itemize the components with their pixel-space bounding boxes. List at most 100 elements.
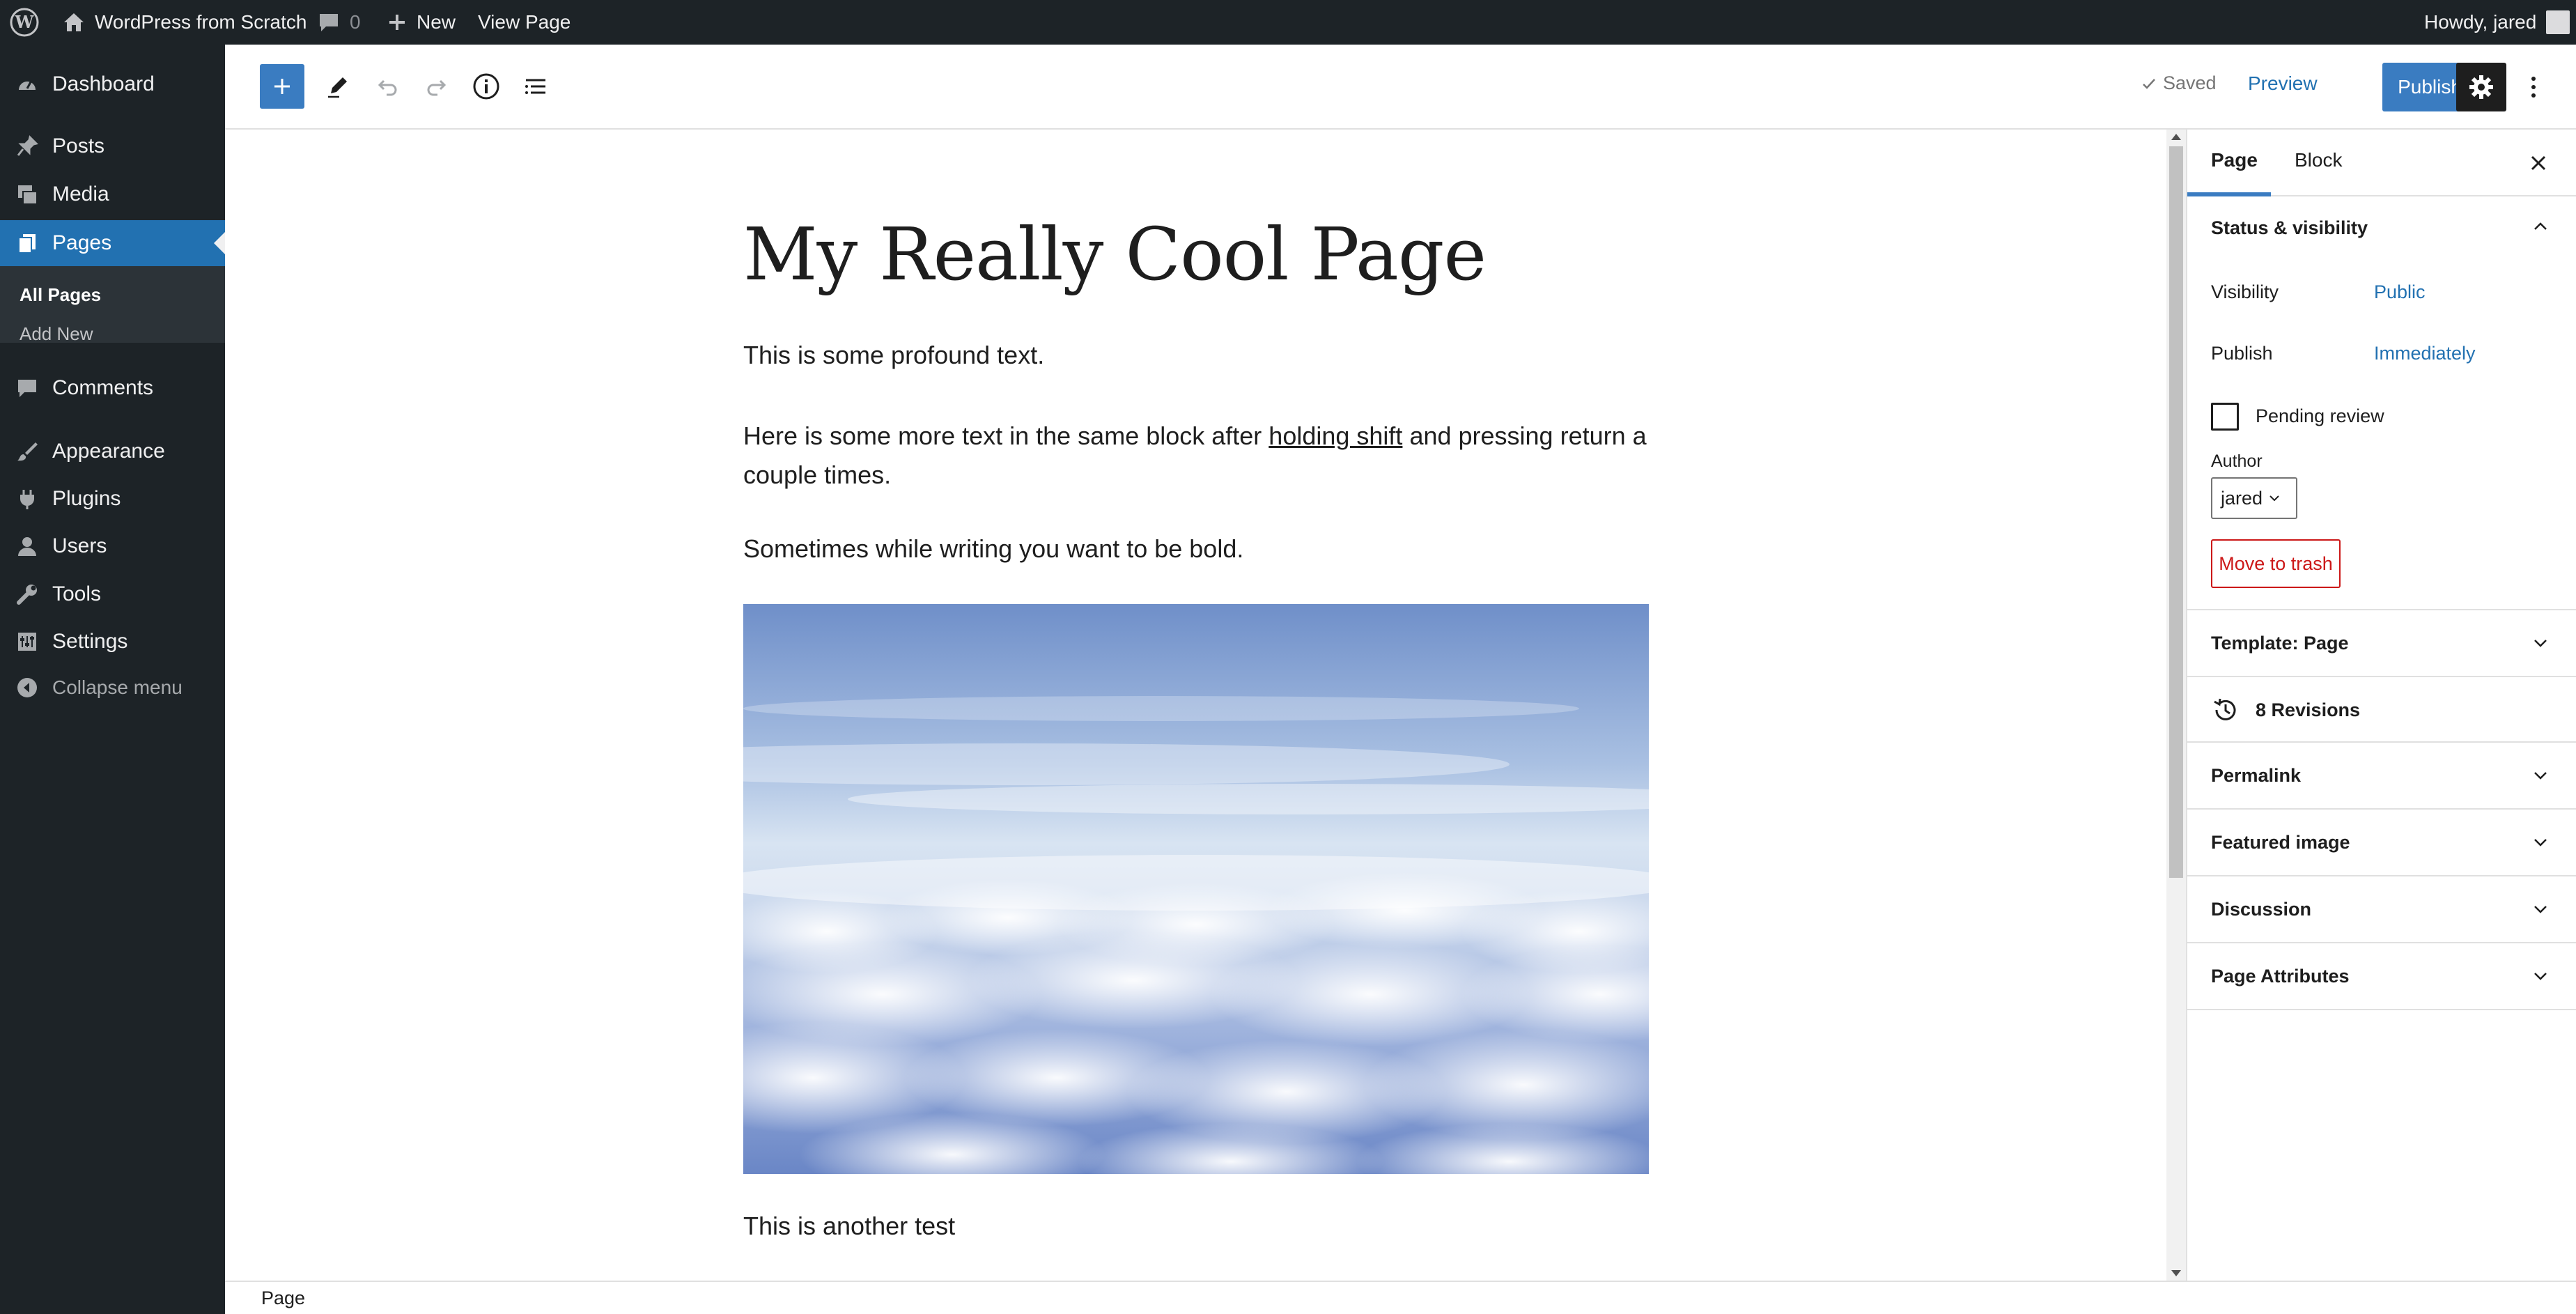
page-title[interactable]: My Really Cool Page [743,212,1487,297]
howdy-label: Howdy, jared [2424,11,2537,33]
new-content-link[interactable]: New [387,0,456,45]
menu-item-posts[interactable]: Posts [0,123,225,169]
menu-label-comments: Comments [52,376,154,399]
view-page-label: View Page [478,11,571,33]
list-view-icon [525,79,545,94]
panel-title-featured-image[interactable]: Featured image [2211,832,2350,853]
admin-menu: Dashboard Posts Media Pages All Pages Ad… [0,45,225,1314]
menu-item-users[interactable]: Users [0,523,225,569]
chevron-down-icon[interactable] [2530,899,2551,920]
list-view-button[interactable] [513,64,558,109]
menu-item-media[interactable]: Media [0,171,225,217]
breadcrumb[interactable]: Page [261,1288,305,1309]
submenu-all-pages[interactable]: All Pages [20,284,101,306]
editor-scrollbar[interactable] [2166,130,2186,1281]
home-icon [63,12,85,33]
scroll-up-arrow[interactable] [2171,134,2181,140]
redo-icon [427,79,447,96]
scrollbar-thumb[interactable] [2169,146,2183,878]
chevron-up-icon[interactable] [2530,216,2551,237]
comment-icon [318,12,340,33]
app-root: W WordPress from Scratch 0 New View Page… [0,0,2576,1314]
check-icon [2143,78,2155,89]
site-name-link[interactable]: WordPress from Scratch [63,0,307,45]
pin-icon [15,134,39,158]
menu-item-tools[interactable]: Tools [0,571,225,617]
pages-submenu: All Pages Add New [0,266,225,345]
menu-label-pages: Pages [52,231,112,254]
chevron-down-icon[interactable] [2530,832,2551,853]
options-button[interactable] [2520,63,2547,111]
panel-divider [2187,875,2576,876]
visibility-label: Visibility [2211,281,2279,302]
visibility-toggle[interactable]: Public [2374,281,2426,303]
chevron-down-icon[interactable] [2530,633,2551,654]
settings-toggle-button[interactable] [2456,63,2506,111]
paragraph-block[interactable]: This is some profound text. [743,336,1649,375]
author-value: jared [2221,487,2263,509]
comments-link[interactable]: 0 [318,0,361,45]
move-to-trash-button[interactable]: Move to trash [2211,539,2341,588]
block-breadcrumb-bar: Page [225,1281,2576,1314]
menu-label-appearance: Appearance [52,440,165,463]
preview-button[interactable]: Preview [2248,72,2318,95]
tools-button[interactable] [316,64,360,109]
settings-toggle-bg [2456,63,2506,111]
redo-button[interactable] [414,64,459,109]
panel-divider [2187,942,2576,943]
pages-icon [15,231,39,255]
submenu-add-new[interactable]: Add New [20,323,93,345]
view-page-link[interactable]: View Page [478,0,571,45]
panel-title-status[interactable]: Status & visibility [2211,217,2368,239]
underlined-text: holding shift [1268,422,1403,450]
menu-item-plugins[interactable]: Plugins [0,476,225,522]
tab-block[interactable]: Block [2295,149,2342,171]
scroll-down-arrow[interactable] [2171,1270,2181,1276]
plugin-icon [15,487,39,511]
menu-item-pages[interactable]: Pages [0,220,225,266]
menu-item-dashboard[interactable]: Dashboard [0,61,225,107]
menu-label-tools: Tools [52,582,102,605]
settings-icon [15,630,39,654]
pending-review-checkbox[interactable] [2211,403,2239,431]
menu-item-appearance[interactable]: Appearance [0,428,225,474]
block-inserter-button[interactable] [260,64,304,109]
image-block-clouds[interactable] [743,604,1649,1174]
close-sidebar-button[interactable] [2524,149,2552,177]
revisions-link[interactable]: 8 Revisions [2256,699,2360,721]
panel-title-permalink[interactable]: Permalink [2211,765,2301,787]
pencil-icon [328,77,347,98]
site-name-label: WordPress from Scratch [95,11,307,33]
chevron-down-icon[interactable] [2530,765,2551,786]
menu-item-comments[interactable]: Comments [0,365,225,411]
menu-label-dashboard: Dashboard [52,72,155,95]
author-select[interactable]: jared [2211,477,2297,519]
more-vertical-icon [2531,77,2536,98]
chevron-down-icon[interactable] [2530,966,2551,987]
sidebar-tabs: Page Block [2187,130,2576,196]
tab-page[interactable]: Page [2211,149,2258,171]
settings-sidebar: Page Block Status & visibility Visibilit… [2186,130,2576,1281]
panel-title-discussion[interactable]: Discussion [2211,899,2311,920]
wrench-icon [15,582,39,606]
collapse-menu-button[interactable]: Collapse menu [0,665,225,711]
menu-item-settings[interactable]: Settings [0,619,225,665]
menu-label-settings: Settings [52,630,128,653]
wordpress-logo-icon[interactable]: W [10,0,39,45]
paragraph-block[interactable]: Sometimes while writing you want to be b… [743,530,1649,569]
panel-title-page-attributes[interactable]: Page Attributes [2211,966,2350,987]
account-menu[interactable]: Howdy, jared [2424,0,2570,45]
panel-divider [2187,741,2576,743]
comments-count: 0 [350,11,361,33]
collapse-icon [15,676,39,699]
paragraph-block[interactable]: This is another test [743,1207,1649,1246]
panel-title-template[interactable]: Template: Page [2211,633,2349,654]
pending-review-label: Pending review [2256,405,2384,426]
details-button[interactable] [464,64,509,109]
undo-button[interactable] [365,64,410,109]
panel-divider [2187,609,2576,610]
revisions-icon [2211,695,2240,725]
publish-date-toggle[interactable]: Immediately [2374,343,2476,364]
paragraph-block-multiline[interactable]: Here is some more text in the same block… [743,417,1649,495]
plus-icon [274,79,290,94]
